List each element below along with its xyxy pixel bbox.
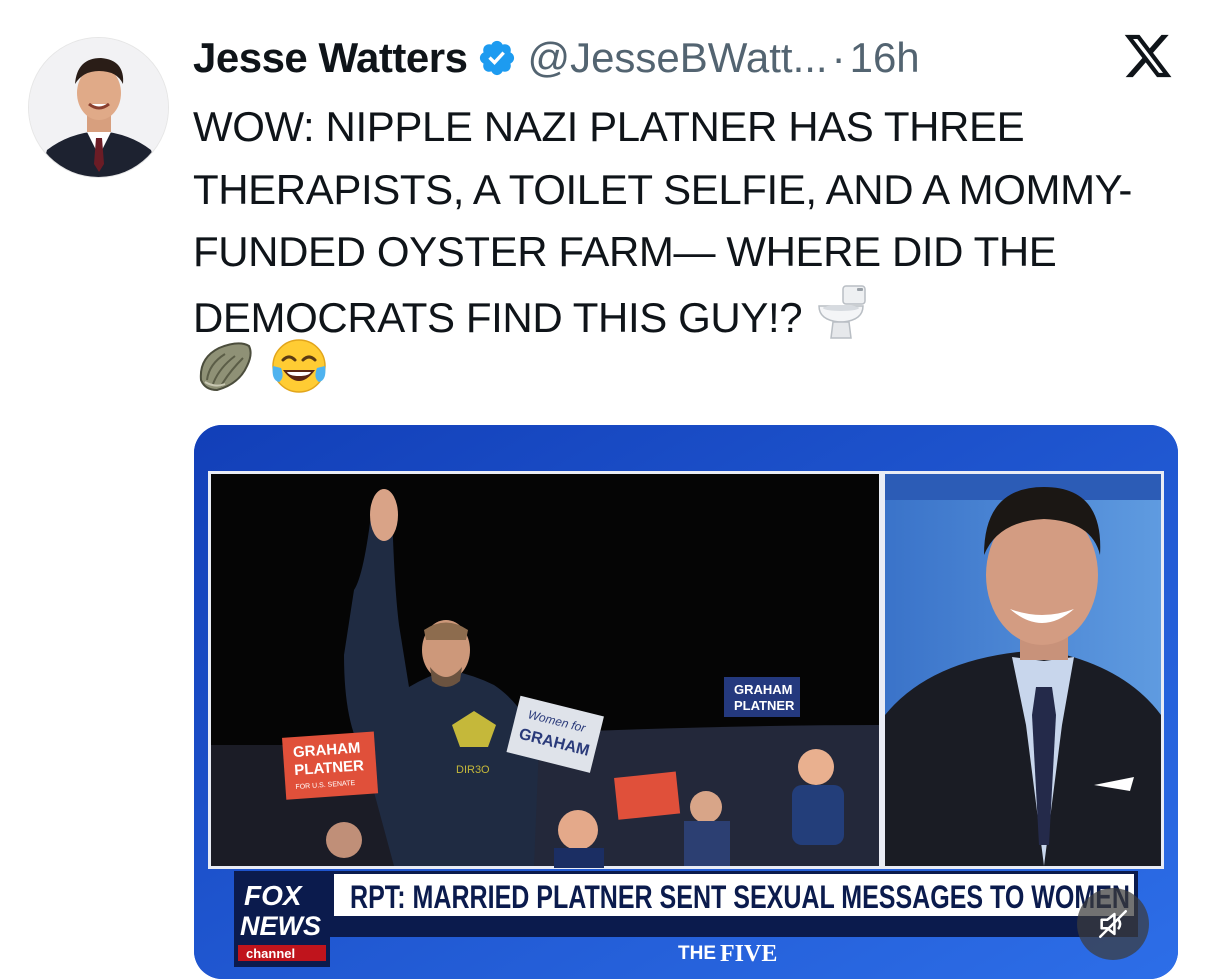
header-separator: · <box>831 34 846 81</box>
svg-text:GRAHAM: GRAHAM <box>734 682 793 697</box>
svg-text:FOX: FOX <box>244 880 304 911</box>
tweet-body: WOW: NIPPLE NAZI PLATNER HAS THREE THERA… <box>193 103 1133 341</box>
tweet-text: WOW: NIPPLE NAZI PLATNER HAS THREE THERA… <box>193 96 1183 357</box>
tweet-header: Jesse Watters @JesseBWatt... · 16h <box>193 32 920 84</box>
author-name[interactable]: Jesse Watters <box>193 34 468 82</box>
video-frame: DIR3O GRAHAM PLATNER FOR U.S. SENATE Wom… <box>194 425 1178 979</box>
verified-badge-icon <box>480 40 515 76</box>
muted-speaker-icon <box>1098 909 1128 939</box>
rally-footage-panel: DIR3O GRAHAM PLATNER FOR U.S. SENATE Wom… <box>211 474 879 868</box>
shirt-text: DIR3O <box>456 764 490 776</box>
tweet-timestamp[interactable]: 16h <box>850 34 920 82</box>
author-handle[interactable]: @JesseBWatt... <box>527 34 827 82</box>
show-name: FIVE <box>720 941 777 967</box>
rally-sign-right: GRAHAM PLATNER <box>724 677 800 717</box>
host-studio-panel <box>885 474 1161 866</box>
show-name-prefix: THE <box>678 943 716 964</box>
toilet-emoji <box>813 284 869 358</box>
chyron-headline: RPT: MARRIED PLATNER SENT SEXUAL MESSAGE… <box>350 879 1130 915</box>
emoji-row <box>195 336 329 401</box>
svg-text:channel: channel <box>246 946 295 961</box>
mute-button[interactable] <box>1077 888 1149 960</box>
rally-sign-left: GRAHAM PLATNER FOR U.S. SENATE <box>282 731 379 800</box>
tears-of-joy-emoji <box>269 336 329 401</box>
svg-text:NEWS: NEWS <box>240 911 321 941</box>
tweet-media-video[interactable]: DIR3O GRAHAM PLATNER FOR U.S. SENATE Wom… <box>194 425 1178 979</box>
fox-news-logo: FOX NEWS channel <box>234 871 330 967</box>
avatar-portrait <box>29 38 168 177</box>
x-logo-icon[interactable] <box>1122 30 1174 82</box>
author-avatar[interactable] <box>28 37 169 178</box>
svg-text:PLATNER: PLATNER <box>734 698 795 713</box>
oyster-emoji <box>195 336 255 401</box>
